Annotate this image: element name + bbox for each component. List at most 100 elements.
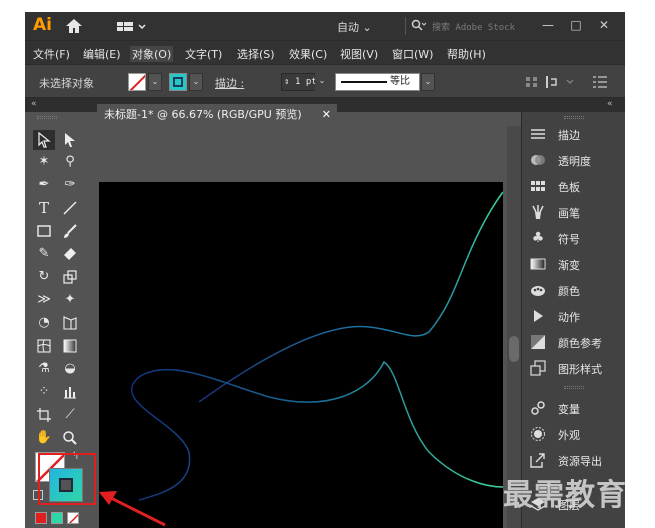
none-mode-icon[interactable] bbox=[67, 512, 79, 524]
close-tab-icon[interactable]: ✕ bbox=[322, 104, 331, 126]
selection-tool-icon[interactable] bbox=[33, 130, 55, 150]
transform-icon[interactable] bbox=[545, 74, 579, 90]
stroke-icon bbox=[531, 129, 545, 139]
watermark: 最需教育 bbox=[503, 478, 627, 513]
fill-swatch[interactable] bbox=[128, 73, 146, 91]
arrange-documents-icon[interactable] bbox=[117, 20, 149, 34]
annotation-arrow bbox=[99, 491, 166, 527]
width-tool-icon[interactable]: ≫ bbox=[33, 290, 55, 310]
zoom-tool-icon[interactable] bbox=[59, 428, 81, 448]
pencil-tool-icon[interactable]: ✎ bbox=[33, 244, 55, 264]
stroke-label[interactable]: 描边 : bbox=[215, 75, 244, 91]
document-title: 未标题-1* @ 66.67% (RGB/GPU 预览) bbox=[104, 108, 302, 121]
slice-tool-icon[interactable]: ⟋ bbox=[59, 405, 81, 425]
workspace-switcher[interactable]: 自动 ⌄ bbox=[337, 19, 372, 35]
gradient-curve-upper bbox=[198, 191, 504, 403]
curvature-tool-icon[interactable]: ✑ bbox=[59, 175, 81, 195]
panel-asset-export[interactable]: 资源导出 bbox=[522, 448, 625, 472]
annotation-highlight-box bbox=[38, 453, 96, 505]
menu-select[interactable]: 选择(S) bbox=[235, 46, 277, 62]
shape-builder-tool-icon[interactable]: ◔ bbox=[33, 313, 55, 333]
variable-width-profile[interactable]: 等比 bbox=[335, 73, 420, 91]
direct-selection-tool-icon[interactable] bbox=[59, 130, 81, 150]
panel-gradient[interactable]: 渐变 bbox=[522, 252, 625, 276]
paintbrush-tool-icon[interactable] bbox=[59, 221, 81, 241]
eyedropper-tool-icon[interactable]: ⚗ bbox=[33, 359, 55, 379]
graphic-styles-icon bbox=[530, 360, 546, 376]
panel-menu-icon[interactable] bbox=[593, 76, 607, 88]
artboard[interactable] bbox=[99, 182, 504, 528]
actions-icon bbox=[534, 310, 543, 322]
symbol-sprayer-tool-icon[interactable]: ⁘ bbox=[33, 382, 55, 402]
stock-search-input[interactable]: 搜索 Adobe Stock bbox=[405, 17, 527, 35]
perspective-grid-tool-icon[interactable] bbox=[59, 313, 81, 333]
align-icon[interactable] bbox=[525, 75, 539, 89]
gradient-curve-lower bbox=[130, 360, 504, 501]
magic-wand-tool-icon[interactable]: ✶ bbox=[33, 152, 55, 172]
puppet-warp-tool-icon[interactable]: ✦ bbox=[59, 290, 81, 310]
home-icon[interactable] bbox=[65, 18, 83, 34]
column-graph-tool-icon[interactable] bbox=[59, 382, 81, 402]
panel-swatches[interactable]: 色板 bbox=[522, 174, 625, 198]
panel-transparency[interactable]: 透明度 bbox=[522, 148, 625, 172]
panel-color[interactable]: 颜色 bbox=[522, 278, 625, 302]
stroke-dropdown-chevron-icon[interactable]: ⌄ bbox=[189, 73, 203, 91]
menu-view[interactable]: 视图(V) bbox=[338, 46, 380, 62]
swatches-icon bbox=[531, 181, 545, 191]
pen-tool-icon[interactable]: ✒ bbox=[33, 175, 55, 195]
collapse-right-icon[interactable]: « bbox=[607, 99, 613, 109]
maximize-button[interactable]: □ bbox=[565, 15, 587, 35]
rectangle-tool-icon[interactable] bbox=[33, 221, 55, 241]
document-tab[interactable]: 未标题-1* @ 66.67% (RGB/GPU 预览) ✕ bbox=[97, 104, 337, 126]
hand-tool-icon[interactable]: ✋ bbox=[33, 428, 55, 448]
profile-chevron-icon[interactable]: ⌄ bbox=[421, 73, 435, 91]
profile-label: 等比 bbox=[390, 76, 410, 87]
panel-stroke[interactable]: 描边 bbox=[522, 122, 625, 146]
panel-actions[interactable]: 动作 bbox=[522, 304, 625, 328]
gradient-mode-icon[interactable] bbox=[51, 512, 63, 524]
collapse-left-icon[interactable]: « bbox=[31, 99, 37, 109]
type-tool-icon[interactable]: T bbox=[33, 198, 55, 218]
gradient-tool-icon[interactable] bbox=[59, 336, 81, 356]
selection-status: 未选择对象 bbox=[39, 77, 94, 90]
panel-appearance[interactable]: 外观 bbox=[522, 422, 625, 446]
title-bar: Ai 自动 ⌄ 搜索 Adobe Stock — □ ✕ bbox=[25, 12, 625, 40]
artboard-tool-icon[interactable] bbox=[33, 405, 55, 425]
menu-help[interactable]: 帮助(H) bbox=[445, 46, 488, 62]
app-logo: Ai bbox=[33, 15, 52, 35]
minimize-button[interactable]: — bbox=[537, 15, 559, 35]
menu-effect[interactable]: 效果(C) bbox=[287, 46, 329, 62]
menu-type[interactable]: 文字(T) bbox=[183, 46, 224, 62]
collapsed-panels-dock: 描边 透明度 色板 画笔 ♣ 符号 渐变 颜色 动作 颜色参考 图形样式 变量 … bbox=[521, 112, 625, 528]
close-button[interactable]: ✕ bbox=[593, 15, 615, 35]
vertical-scrollbar[interactable] bbox=[507, 126, 521, 528]
mesh-tool-icon[interactable] bbox=[33, 336, 55, 356]
lasso-tool-icon[interactable]: ⚲ bbox=[59, 152, 81, 172]
panel-color-guide[interactable]: 颜色参考 bbox=[522, 330, 625, 354]
scrollbar-thumb[interactable] bbox=[509, 336, 519, 362]
stroke-swatch[interactable] bbox=[169, 73, 187, 91]
appearance-icon bbox=[531, 427, 545, 441]
rotate-tool-icon[interactable]: ↻ bbox=[33, 267, 55, 287]
stroke-weight-chevron-icon[interactable]: ⌄ bbox=[315, 73, 329, 91]
search-icon bbox=[411, 19, 427, 31]
menu-window[interactable]: 窗口(W) bbox=[390, 46, 435, 62]
scale-tool-icon[interactable] bbox=[59, 267, 81, 287]
curves-artwork[interactable] bbox=[99, 182, 504, 528]
gradient-icon bbox=[530, 258, 546, 270]
panel-graphic-styles[interactable]: 图形样式 bbox=[522, 356, 625, 380]
menu-edit[interactable]: 编辑(E) bbox=[81, 46, 123, 62]
line-segment-tool-icon[interactable] bbox=[59, 198, 81, 218]
illustrator-window: Ai 自动 ⌄ 搜索 Adobe Stock — □ ✕ 文件(F) 编辑(E) bbox=[25, 12, 625, 528]
menu-file[interactable]: 文件(F) bbox=[31, 46, 72, 62]
panel-symbols[interactable]: ♣ 符号 bbox=[522, 226, 625, 250]
asset-export-icon bbox=[530, 453, 545, 468]
blend-tool-icon[interactable]: ◒ bbox=[59, 359, 81, 379]
menu-object[interactable]: 对象(O) bbox=[130, 46, 174, 62]
color-mode-icon[interactable] bbox=[35, 512, 47, 524]
eraser-tool-icon[interactable] bbox=[59, 244, 81, 264]
panel-variables[interactable]: 变量 bbox=[522, 396, 625, 420]
fill-dropdown-chevron-icon[interactable]: ⌄ bbox=[148, 73, 162, 91]
panel-brushes[interactable]: 画笔 bbox=[522, 200, 625, 224]
menu-bar: 文件(F) 编辑(E) 对象(O) 文字(T) 选择(S) 效果(C) 视图(V… bbox=[25, 40, 625, 64]
